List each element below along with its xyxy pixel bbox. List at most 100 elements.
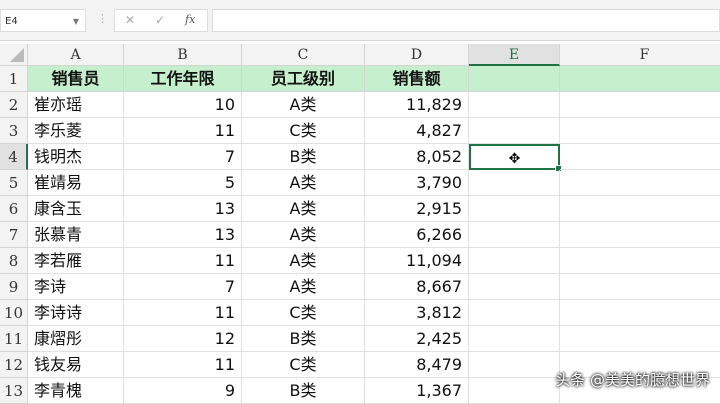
cell[interactable] [469,378,560,404]
cell[interactable]: 崔靖易 [28,170,124,196]
cell[interactable]: 张慕青 [28,222,124,248]
cell[interactable] [560,274,720,300]
drag-handle-icon[interactable]: ⋮ [97,12,108,25]
cell[interactable]: 2,915 [365,196,469,222]
chevron-down-icon[interactable]: ▼ [73,10,79,33]
cell[interactable]: 李乐菱 [28,118,124,144]
cell[interactable] [469,196,560,222]
column-header-C[interactable]: C [242,44,365,66]
formula-input[interactable] [212,9,720,32]
row-number[interactable]: 2 [0,92,28,118]
cell[interactable]: 11,094 [365,248,469,274]
cell[interactable]: 李诗诗 [28,300,124,326]
cell[interactable]: 5 [124,170,242,196]
column-header-F[interactable]: F [560,44,720,66]
cell[interactable] [560,326,720,352]
cell[interactable]: 6,266 [365,222,469,248]
cell[interactable] [560,66,720,92]
cell[interactable] [469,170,560,196]
name-box[interactable]: E4 ▼ [0,9,86,32]
cell[interactable]: B类 [242,378,365,404]
cell[interactable]: 销售额 [365,66,469,92]
cell[interactable] [560,196,720,222]
cell[interactable]: A类 [242,196,365,222]
cell[interactable] [469,66,560,92]
cell[interactable] [469,92,560,118]
column-header-A[interactable]: A [28,44,124,66]
cell[interactable]: 4,827 [365,118,469,144]
cell[interactable]: 李若雁 [28,248,124,274]
cell[interactable]: 11 [124,300,242,326]
row-number[interactable]: 11 [0,326,28,352]
cell[interactable]: 11 [124,352,242,378]
confirm-icon[interactable]: ✓ [155,13,165,27]
cell[interactable]: A类 [242,222,365,248]
cell[interactable]: 8,052 [365,144,469,170]
cell[interactable]: 9 [124,378,242,404]
cell[interactable]: A类 [242,248,365,274]
cell[interactable] [560,118,720,144]
cell[interactable]: 13 [124,222,242,248]
cell[interactable]: 7 [124,144,242,170]
cell[interactable] [469,222,560,248]
cell[interactable] [560,248,720,274]
row-number[interactable]: 3 [0,118,28,144]
cell[interactable]: B类 [242,144,365,170]
row-number[interactable]: 6 [0,196,28,222]
cell[interactable]: C类 [242,352,365,378]
cell[interactable] [469,248,560,274]
cell[interactable]: A类 [242,274,365,300]
cell[interactable]: 工作年限 [124,66,242,92]
row-number[interactable]: 13 [0,378,28,404]
column-header-B[interactable]: B [124,44,242,66]
row-number[interactable]: 12 [0,352,28,378]
cell[interactable] [469,300,560,326]
cell[interactable]: 11 [124,118,242,144]
cell[interactable]: 员工级别 [242,66,365,92]
cell[interactable]: 8,667 [365,274,469,300]
cell[interactable]: 3,812 [365,300,469,326]
cancel-icon[interactable]: ✕ [125,13,135,27]
cell[interactable] [469,352,560,378]
cell[interactable]: 销售员 [28,66,124,92]
cell[interactable] [560,92,720,118]
cell[interactable] [560,222,720,248]
cell[interactable]: 李青槐 [28,378,124,404]
cell[interactable] [469,326,560,352]
row-number[interactable]: 10 [0,300,28,326]
row-number[interactable]: 4 [0,144,28,170]
row-number[interactable]: 1 [0,66,28,92]
cell[interactable]: 2,425 [365,326,469,352]
cell[interactable]: 13 [124,196,242,222]
cell[interactable]: 钱友易 [28,352,124,378]
cell[interactable] [560,300,720,326]
cell[interactable]: 李诗 [28,274,124,300]
row-number[interactable]: 7 [0,222,28,248]
cell[interactable]: 8,479 [365,352,469,378]
cell[interactable]: 12 [124,326,242,352]
cell[interactable]: 7 [124,274,242,300]
fx-icon[interactable]: fx [185,13,195,26]
cell[interactable]: 11 [124,248,242,274]
cell[interactable] [469,274,560,300]
cell[interactable]: 1,367 [365,378,469,404]
row-number[interactable]: 5 [0,170,28,196]
cell[interactable]: 11,829 [365,92,469,118]
cell[interactable]: 康熠彤 [28,326,124,352]
cell[interactable]: A类 [242,92,365,118]
cell[interactable] [469,118,560,144]
column-header-D[interactable]: D [365,44,469,66]
cell[interactable]: C类 [242,118,365,144]
select-all-button[interactable] [0,44,28,66]
cell[interactable]: A类 [242,170,365,196]
row-number[interactable]: 8 [0,248,28,274]
cell[interactable]: 康含玉 [28,196,124,222]
cell[interactable]: B类 [242,326,365,352]
cell[interactable] [560,144,720,170]
cell[interactable]: 崔亦瑶 [28,92,124,118]
cell[interactable]: 钱明杰 [28,144,124,170]
cell[interactable]: 10 [124,92,242,118]
column-header-E[interactable]: E [469,44,560,66]
active-cell[interactable]: ✥ [469,144,562,172]
cell[interactable] [560,170,720,196]
